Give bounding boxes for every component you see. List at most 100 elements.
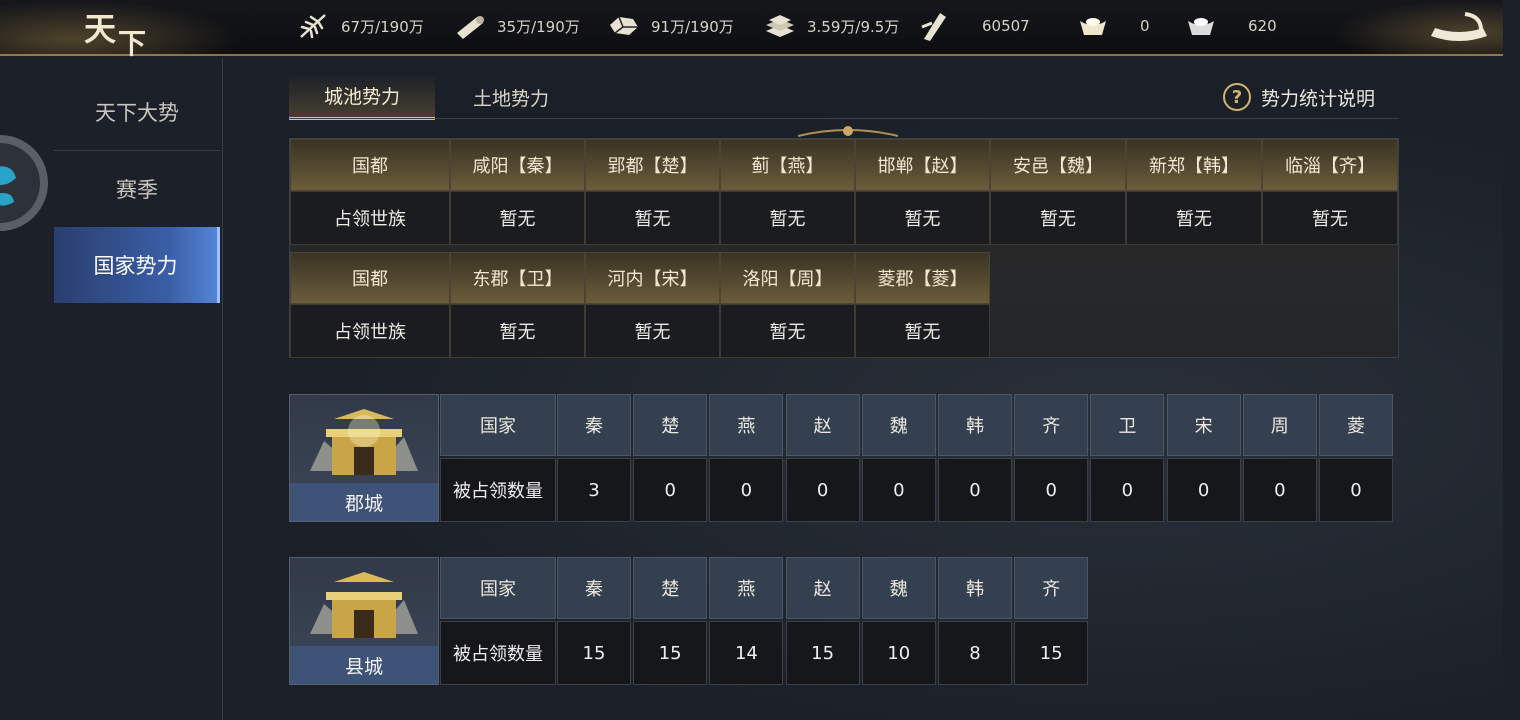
capital-city-cell: 安邑【魏】	[990, 139, 1126, 191]
owner-cell: 暂无	[720, 191, 855, 245]
capital-city-cell: 新郑【韩】	[1126, 139, 1262, 191]
capital-city-cell: 河内【宋】	[585, 252, 720, 304]
country-header-cell: 齐	[1014, 394, 1089, 456]
owner-cell: 暂无	[720, 304, 855, 358]
country-header-cell: 宋	[1166, 394, 1241, 456]
capital-city-cell: 咸阳【秦】	[450, 139, 585, 191]
avatar-ring-icon[interactable]	[0, 128, 52, 238]
occupied-count-cell: 15	[557, 621, 631, 685]
occupied-count-cell: 15	[785, 621, 860, 685]
owner-cell: 暂无	[855, 304, 990, 358]
occupied-count-cell: 14	[709, 621, 784, 685]
owner-row-header: 占领世族	[290, 191, 450, 245]
resource-value: 620	[1248, 17, 1277, 35]
tab-label: 城池势力	[323, 86, 400, 108]
sidebar-item-world-trend[interactable]: 天下大势	[54, 74, 220, 151]
building-label: 县城	[290, 646, 438, 684]
building-label: 郡城	[290, 483, 438, 521]
resource-value: 91万/190万	[651, 17, 734, 36]
country-header-cell: 秦	[557, 394, 631, 456]
country-header-cell: 赵	[785, 557, 860, 619]
occupied-count-cell: 0	[785, 458, 860, 522]
sidebar-item-label: 天下大势	[95, 101, 179, 125]
capital-city-cell: 邯郸【赵】	[855, 139, 990, 191]
occupied-count-cell: 15	[1014, 621, 1089, 685]
country-header-cell: 魏	[861, 557, 936, 619]
occupied-count-cell: 0	[1242, 458, 1317, 522]
sidebar-item-label: 国家势力	[93, 254, 178, 278]
country-header-cell: 赵	[785, 394, 860, 456]
resource-wheat[interactable]: 67万/190万	[297, 0, 424, 52]
capital-city-cell: 蓟【燕】	[720, 139, 855, 191]
sidebar-item-season[interactable]: 赛季	[54, 151, 220, 228]
gold-ingot-icon	[1080, 18, 1106, 35]
county-building: 县城	[289, 557, 439, 685]
owner-cell: 暂无	[1126, 191, 1262, 245]
iron-icon	[766, 15, 794, 37]
occupied-count-cell: 0	[861, 458, 936, 522]
occupied-count-cell: 0	[1014, 458, 1089, 522]
capital-city-cell: 临淄【齐】	[1262, 139, 1398, 191]
sidebar: 天下大势 赛季 国家势力	[0, 58, 223, 720]
resource-value: 35万/190万	[497, 17, 580, 36]
sidebar-item-label: 赛季	[116, 178, 158, 202]
owner-cell: 暂无	[855, 191, 990, 245]
country-header-cell: 韩	[938, 394, 1012, 456]
resource-iron[interactable]: 3.59万/9.5万	[763, 0, 899, 52]
occupied-count-cell: 0	[1090, 458, 1165, 522]
city-gate-icon	[310, 409, 418, 475]
tab-label: 土地势力	[472, 87, 549, 110]
resource-value: 0	[1140, 17, 1150, 35]
silver-ingot-icon	[1188, 18, 1214, 35]
power-stats-help-button[interactable]: ? 势力统计说明	[1222, 74, 1375, 120]
owner-row-header: 占领世族	[290, 304, 450, 358]
tab-city-power[interactable]: 城池势力	[289, 74, 435, 120]
wood-icon	[457, 16, 484, 39]
count-header-label: 被占领数量	[440, 458, 556, 522]
country-header-cell: 魏	[861, 394, 936, 456]
resource-stone[interactable]: 91万/190万	[607, 0, 734, 52]
owner-cell: 暂无	[1262, 191, 1398, 245]
order-token-icon	[921, 13, 946, 41]
country-header-cell: 菱	[1319, 394, 1393, 456]
occupied-count-cell: 0	[633, 458, 708, 522]
tab-land-power[interactable]: 土地势力	[438, 74, 584, 120]
question-icon: ?	[1222, 83, 1251, 111]
country-header-cell: 楚	[633, 557, 708, 619]
country-header-cell: 秦	[557, 557, 631, 619]
country-header-cell: 楚	[633, 394, 708, 456]
resource-value: 3.59万/9.5万	[807, 17, 900, 36]
capital-row-header: 国都	[290, 252, 450, 304]
help-label: 势力统计说明	[1260, 87, 1375, 110]
country-header-cell: 燕	[709, 394, 784, 456]
resource-silver[interactable]: 620	[1184, 0, 1277, 52]
stone-icon	[610, 16, 638, 35]
resource-value: 60507	[982, 17, 1030, 35]
commandery-building: 郡城	[289, 394, 439, 522]
capital-city-cell: 郢都【楚】	[585, 139, 720, 191]
occupied-count-cell: 3	[557, 458, 631, 522]
count-header-label: 被占领数量	[440, 621, 556, 685]
resource-wood[interactable]: 35万/190万	[453, 0, 580, 52]
occupied-count-cell: 0	[1166, 458, 1241, 522]
country-header-cell: 周	[1242, 394, 1317, 456]
country-header-cell: 韩	[938, 557, 1012, 619]
capital-city-cell: 菱郡【菱】	[855, 252, 990, 304]
occupied-count-cell: 0	[938, 458, 1012, 522]
resource-gold[interactable]: 0	[1076, 0, 1150, 52]
resource-value: 67万/190万	[341, 17, 424, 36]
country-header-cell: 齐	[1014, 557, 1089, 619]
top-bar: 天 下 67万/190万 35万/190万 91万/190万 3.59万/9.5…	[0, 0, 1503, 60]
occupied-count-cell: 0	[709, 458, 784, 522]
capital-row-header: 国都	[290, 139, 450, 191]
commandery-table: 郡城 国家 被占领数量 秦3楚0燕0赵0魏0韩0齐0卫0宋0周0菱0	[289, 394, 1399, 524]
capital-city-cell: 洛阳【周】	[720, 252, 855, 304]
owner-cell: 暂无	[990, 191, 1126, 245]
sidebar-item-national-power[interactable]: 国家势力	[54, 227, 220, 303]
logo-char-1: 天	[84, 10, 117, 48]
back-button[interactable]	[1425, 6, 1493, 46]
resource-order[interactable]: 60507	[918, 0, 1030, 52]
occupied-count-cell: 0	[1319, 458, 1393, 522]
country-header-label: 国家	[440, 557, 556, 619]
country-header-cell: 卫	[1090, 394, 1165, 456]
